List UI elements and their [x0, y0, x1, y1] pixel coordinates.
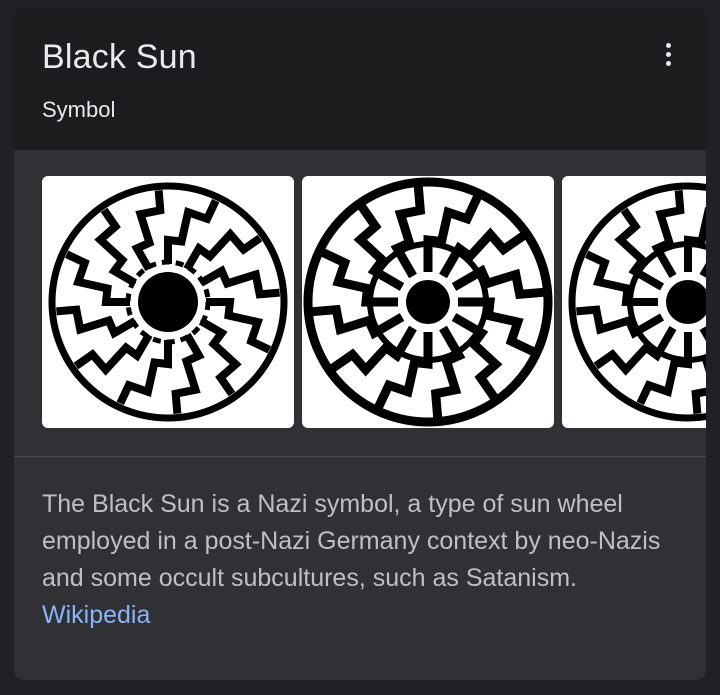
black-sun-symbol-image	[303, 177, 553, 427]
image-carousel[interactable]	[42, 176, 706, 428]
image-thumbnail-1[interactable]	[42, 176, 294, 428]
entity-description: The Black Sun is a Nazi symbol, a type o…	[42, 486, 682, 634]
entity-title: Black Sun	[42, 38, 197, 76]
divider	[14, 456, 706, 457]
image-thumbnail-2[interactable]	[302, 176, 554, 428]
wikipedia-link[interactable]: Wikipedia	[42, 601, 150, 629]
entity-subtitle: Symbol	[42, 97, 116, 122]
more-vert-icon[interactable]	[654, 36, 682, 72]
description-text: The Black Sun is a Nazi symbol, a type o…	[42, 490, 661, 592]
knowledge-panel-card: Black Sun Symbol The Black Sun is a Nazi…	[14, 8, 706, 680]
image-thumbnail-3[interactable]	[562, 176, 706, 428]
black-sun-symbol-image	[568, 182, 706, 422]
black-sun-symbol-image	[48, 182, 288, 422]
card-header: Black Sun Symbol	[14, 8, 706, 150]
